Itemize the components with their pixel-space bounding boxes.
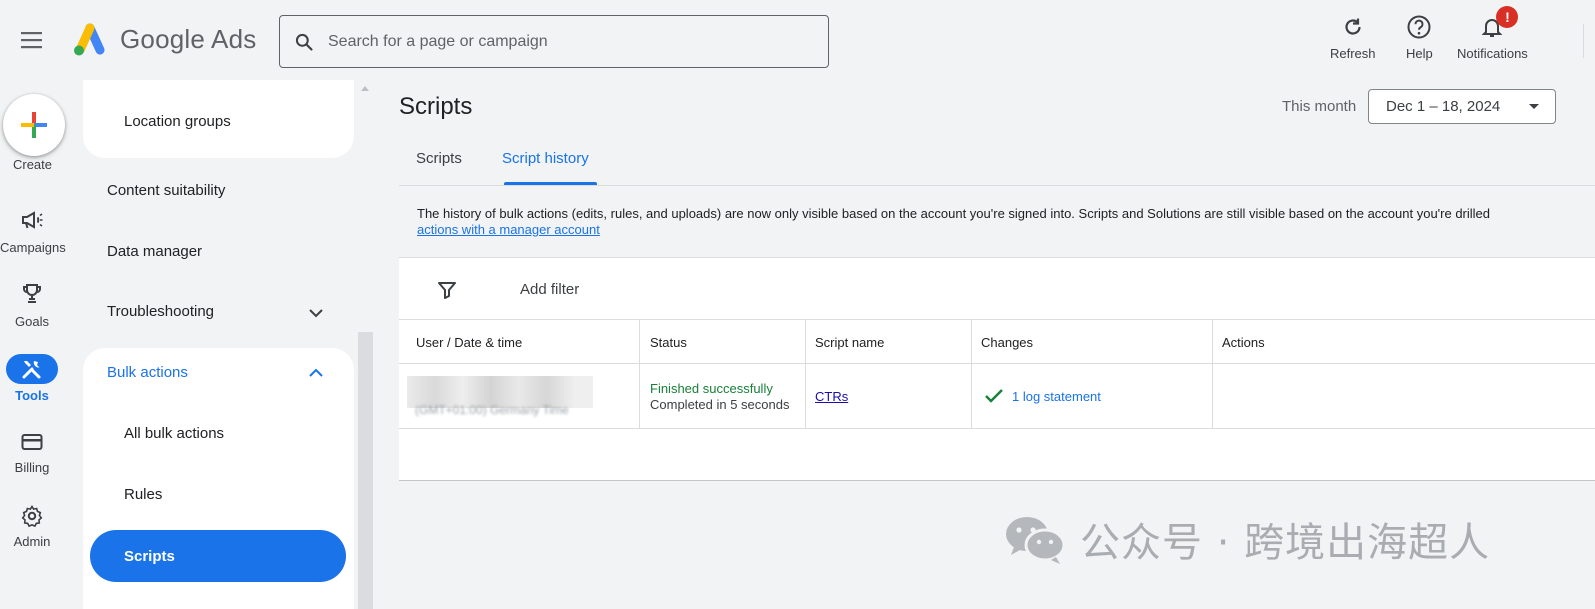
- column-header-script-name[interactable]: Script name: [806, 320, 972, 363]
- scroll-up-arrow-icon[interactable]: [361, 86, 369, 91]
- status-text: Finished successfully: [650, 381, 773, 396]
- rail-item-tools[interactable]: Tools: [0, 354, 75, 406]
- megaphone-icon: [22, 211, 43, 229]
- cell-actions: [1213, 364, 1595, 428]
- help-label: Help: [1406, 46, 1433, 61]
- status-detail: Completed in 5 seconds: [650, 397, 790, 412]
- cell-script-name: CTRs: [806, 364, 972, 428]
- nav-scrollbar[interactable]: [358, 332, 373, 609]
- column-header-actions[interactable]: Actions: [1213, 320, 1595, 363]
- history-notice: The history of bulk actions (edits, rule…: [417, 206, 1491, 221]
- nav-item-troubleshooting[interactable]: Troubleshooting: [83, 290, 354, 334]
- cell-changes: 1 log statement: [972, 364, 1213, 428]
- date-range-value: Dec 1 – 18, 2024: [1386, 98, 1501, 115]
- nav-card-top: Location groups: [83, 80, 354, 158]
- help-icon: [1407, 15, 1431, 39]
- search-box[interactable]: [279, 15, 829, 68]
- google-ads-logo-icon[interactable]: [70, 22, 106, 58]
- column-header-user-date[interactable]: User / Date & time: [399, 320, 640, 363]
- nav-label-bulk-actions: Bulk actions: [107, 364, 188, 381]
- search-icon: [295, 33, 313, 51]
- script-name-link[interactable]: CTRs: [815, 389, 848, 404]
- top-bar: Google Ads Refresh Help ! Notifications: [0, 0, 1595, 80]
- nav-item-scripts[interactable]: Scripts: [90, 530, 346, 582]
- rail-item-billing[interactable]: Billing: [0, 430, 75, 480]
- create-label: Create: [12, 157, 53, 172]
- credit-card-icon: [21, 434, 43, 450]
- nav-item-bulk-actions[interactable]: Bulk actions: [83, 348, 354, 398]
- manager-account-link[interactable]: actions with a manager account: [417, 222, 600, 237]
- nav-item-all-bulk-actions[interactable]: All bulk actions: [124, 425, 224, 442]
- refresh-button[interactable]: Refresh: [1330, 12, 1376, 61]
- timezone-text: (GMT+01:00) Germany Time: [415, 403, 569, 417]
- refresh-icon: [1345, 18, 1361, 35]
- rail-item-admin[interactable]: Admin: [0, 504, 75, 554]
- chevron-up-icon: [309, 368, 323, 377]
- help-button[interactable]: Help: [1406, 12, 1433, 61]
- cell-status: Finished successfully Completed in 5 sec…: [640, 364, 806, 428]
- changes-link[interactable]: 1 log statement: [1012, 389, 1101, 404]
- tools-active-pill: [6, 354, 58, 384]
- navigation-rail: Create Campaigns Goals Tools Billing Adm…: [0, 80, 75, 609]
- brand-name[interactable]: Google Ads: [120, 24, 256, 55]
- dropdown-caret-icon: [1529, 104, 1539, 109]
- notifications-label: Notifications: [1457, 46, 1528, 61]
- nav-item-location-groups[interactable]: Location groups: [124, 113, 231, 130]
- table-row: (GMT+01:00) Germany Time Finished succes…: [399, 364, 1595, 429]
- rail-label-campaigns: Campaigns: [0, 240, 66, 255]
- notifications-button[interactable]: ! Notifications: [1457, 6, 1528, 61]
- nav-item-content-suitability[interactable]: Content suitability: [107, 182, 225, 199]
- script-history-table: Add filter User / Date & time Status Scr…: [399, 257, 1595, 481]
- notification-badge: !: [1496, 6, 1519, 28]
- tools-icon: [22, 361, 41, 379]
- tabs-divider: [399, 185, 1595, 186]
- plus-icon: [21, 112, 47, 138]
- rail-label-admin: Admin: [13, 534, 51, 549]
- wechat-watermark: 公众号 · 跨境出海超人: [1004, 510, 1490, 568]
- create-button[interactable]: [3, 94, 65, 156]
- menu-icon[interactable]: [20, 30, 44, 50]
- nav-item-data-manager[interactable]: Data manager: [107, 243, 202, 260]
- gear-icon: [21, 504, 43, 528]
- nav-label-troubleshooting: Troubleshooting: [107, 303, 215, 320]
- rail-item-goals[interactable]: Goals: [0, 281, 75, 331]
- page-title: Scripts: [399, 93, 473, 120]
- date-range-picker[interactable]: Dec 1 – 18, 2024: [1368, 89, 1556, 124]
- cell-user-date: (GMT+01:00) Germany Time: [399, 364, 640, 428]
- tab-script-history[interactable]: Script history: [502, 150, 589, 167]
- rail-label-goals: Goals: [15, 314, 49, 329]
- chevron-down-icon: [309, 309, 323, 318]
- rail-label-tools: Tools: [15, 388, 49, 403]
- date-range-label: This month: [1282, 98, 1357, 115]
- table-header-row: User / Date & time Status Script name Ch…: [399, 319, 1595, 364]
- trophy-icon: [23, 284, 41, 303]
- tab-scripts[interactable]: Scripts: [416, 150, 462, 167]
- search-input[interactable]: [326, 31, 786, 52]
- refresh-label: Refresh: [1330, 46, 1376, 61]
- rail-label-billing: Billing: [14, 460, 50, 475]
- header-divider: [1583, 24, 1584, 58]
- watermark-text: 公众号 · 跨境出海超人: [1080, 520, 1491, 566]
- column-header-changes[interactable]: Changes: [972, 320, 1213, 363]
- rail-item-campaigns[interactable]: Campaigns: [0, 208, 75, 258]
- nav-item-rules[interactable]: Rules: [124, 486, 162, 503]
- check-icon: [985, 389, 1003, 403]
- filter-icon[interactable]: [437, 280, 457, 305]
- add-filter-button[interactable]: Add filter: [520, 281, 579, 298]
- tools-submenu: Location groups Content suitability Data…: [83, 80, 373, 609]
- column-header-status[interactable]: Status: [640, 320, 806, 363]
- wechat-icon: [1006, 517, 1066, 564]
